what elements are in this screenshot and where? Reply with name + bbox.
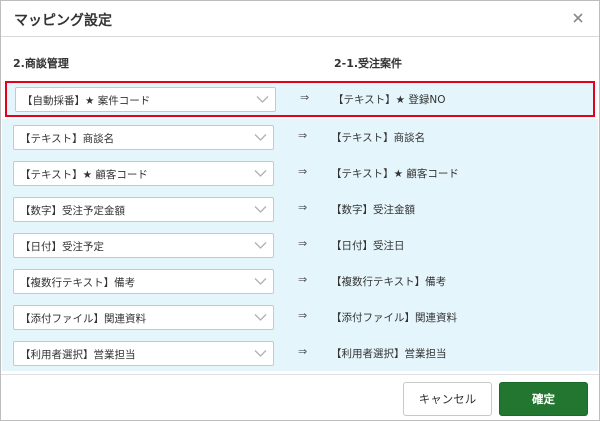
mapping-dialog: マッピング設定 2.商談管理 2-1.受注案件 【自動採番】★ 案件コード ⇒ … bbox=[0, 0, 600, 421]
source-field-select[interactable]: 【テキスト】商談名 bbox=[13, 125, 274, 150]
close-icon[interactable] bbox=[571, 11, 585, 25]
target-field: 【複数行テキスト】備考 bbox=[331, 276, 447, 288]
confirm-button[interactable]: 確定 bbox=[499, 382, 588, 416]
chevron-down-icon bbox=[254, 133, 267, 142]
source-field-value: 【添付ファイル】関連資料 bbox=[20, 313, 146, 325]
target-column-header: 2-1.受注案件 bbox=[334, 57, 403, 70]
target-field: 【テキスト】★ 登録NO bbox=[333, 94, 446, 106]
target-field: 【テキスト】商談名 bbox=[331, 132, 426, 144]
target-field: 【添付ファイル】関連資料 bbox=[331, 312, 457, 324]
chevron-down-icon bbox=[254, 169, 267, 178]
source-field-value: 【自動採番】★ 案件コード bbox=[22, 95, 151, 107]
chevron-down-icon bbox=[254, 241, 267, 250]
dialog-footer: キャンセル 確定 bbox=[1, 374, 599, 420]
mapping-row: 【利用者選択】営業担当 ⇒ 【利用者選択】営業担当 bbox=[2, 335, 598, 371]
mapping-row: 【数字】受注予定金額 ⇒ 【数字】受注金額 bbox=[2, 191, 598, 227]
source-field-value: 【数字】受注予定金額 bbox=[20, 205, 125, 217]
mapping-row: 【自動採番】★ 案件コード ⇒ 【テキスト】★ 登録NO bbox=[5, 81, 595, 117]
target-field: 【テキスト】★ 顧客コード bbox=[331, 168, 459, 180]
source-field-select[interactable]: 【利用者選択】営業担当 bbox=[13, 341, 274, 366]
source-field-select[interactable]: 【自動採番】★ 案件コード bbox=[15, 87, 276, 112]
source-field-value: 【テキスト】★ 顧客コード bbox=[20, 169, 148, 181]
chevron-down-icon bbox=[254, 277, 267, 286]
source-field-value: 【日付】受注予定 bbox=[20, 241, 104, 253]
mapping-arrow: ⇒ bbox=[298, 237, 308, 250]
mapping-arrow: ⇒ bbox=[298, 309, 308, 322]
mapping-arrow: ⇒ bbox=[298, 345, 308, 358]
source-field-value: 【テキスト】商談名 bbox=[20, 133, 115, 145]
source-field-select[interactable]: 【数字】受注予定金額 bbox=[13, 197, 274, 222]
dialog-title: マッピング設定 bbox=[14, 13, 112, 29]
source-field-select[interactable]: 【添付ファイル】関連資料 bbox=[13, 305, 274, 330]
mapping-row: 【添付ファイル】関連資料 ⇒ 【添付ファイル】関連資料 bbox=[2, 299, 598, 335]
source-field-select[interactable]: 【日付】受注予定 bbox=[13, 233, 274, 258]
target-field: 【日付】受注日 bbox=[331, 240, 405, 252]
mapping-row: 【日付】受注予定 ⇒ 【日付】受注日 bbox=[2, 227, 598, 263]
target-field: 【数字】受注金額 bbox=[331, 204, 415, 216]
target-field: 【利用者選択】営業担当 bbox=[331, 348, 447, 360]
source-field-value: 【利用者選択】営業担当 bbox=[20, 349, 136, 361]
source-column-header: 2.商談管理 bbox=[13, 57, 69, 70]
mapping-row: 【テキスト】★ 顧客コード ⇒ 【テキスト】★ 顧客コード bbox=[2, 155, 598, 191]
cancel-button[interactable]: キャンセル bbox=[403, 382, 492, 416]
mapping-arrow: ⇒ bbox=[298, 201, 308, 214]
chevron-down-icon bbox=[254, 205, 267, 214]
mapping-arrow: ⇒ bbox=[298, 165, 308, 178]
mapping-arrow: ⇒ bbox=[298, 129, 308, 142]
source-field-select[interactable]: 【複数行テキスト】備考 bbox=[13, 269, 274, 294]
chevron-down-icon bbox=[254, 349, 267, 358]
dialog-header: マッピング設定 bbox=[1, 1, 599, 37]
mapping-arrow: ⇒ bbox=[298, 273, 308, 286]
source-field-value: 【複数行テキスト】備考 bbox=[20, 277, 136, 289]
mapping-arrow: ⇒ bbox=[300, 91, 310, 104]
mapping-row: 【複数行テキスト】備考 ⇒ 【複数行テキスト】備考 bbox=[2, 263, 598, 299]
source-field-select[interactable]: 【テキスト】★ 顧客コード bbox=[13, 161, 274, 186]
mapping-row: 【テキスト】商談名 ⇒ 【テキスト】商談名 bbox=[2, 119, 598, 155]
chevron-down-icon bbox=[254, 313, 267, 322]
chevron-down-icon bbox=[256, 95, 269, 104]
